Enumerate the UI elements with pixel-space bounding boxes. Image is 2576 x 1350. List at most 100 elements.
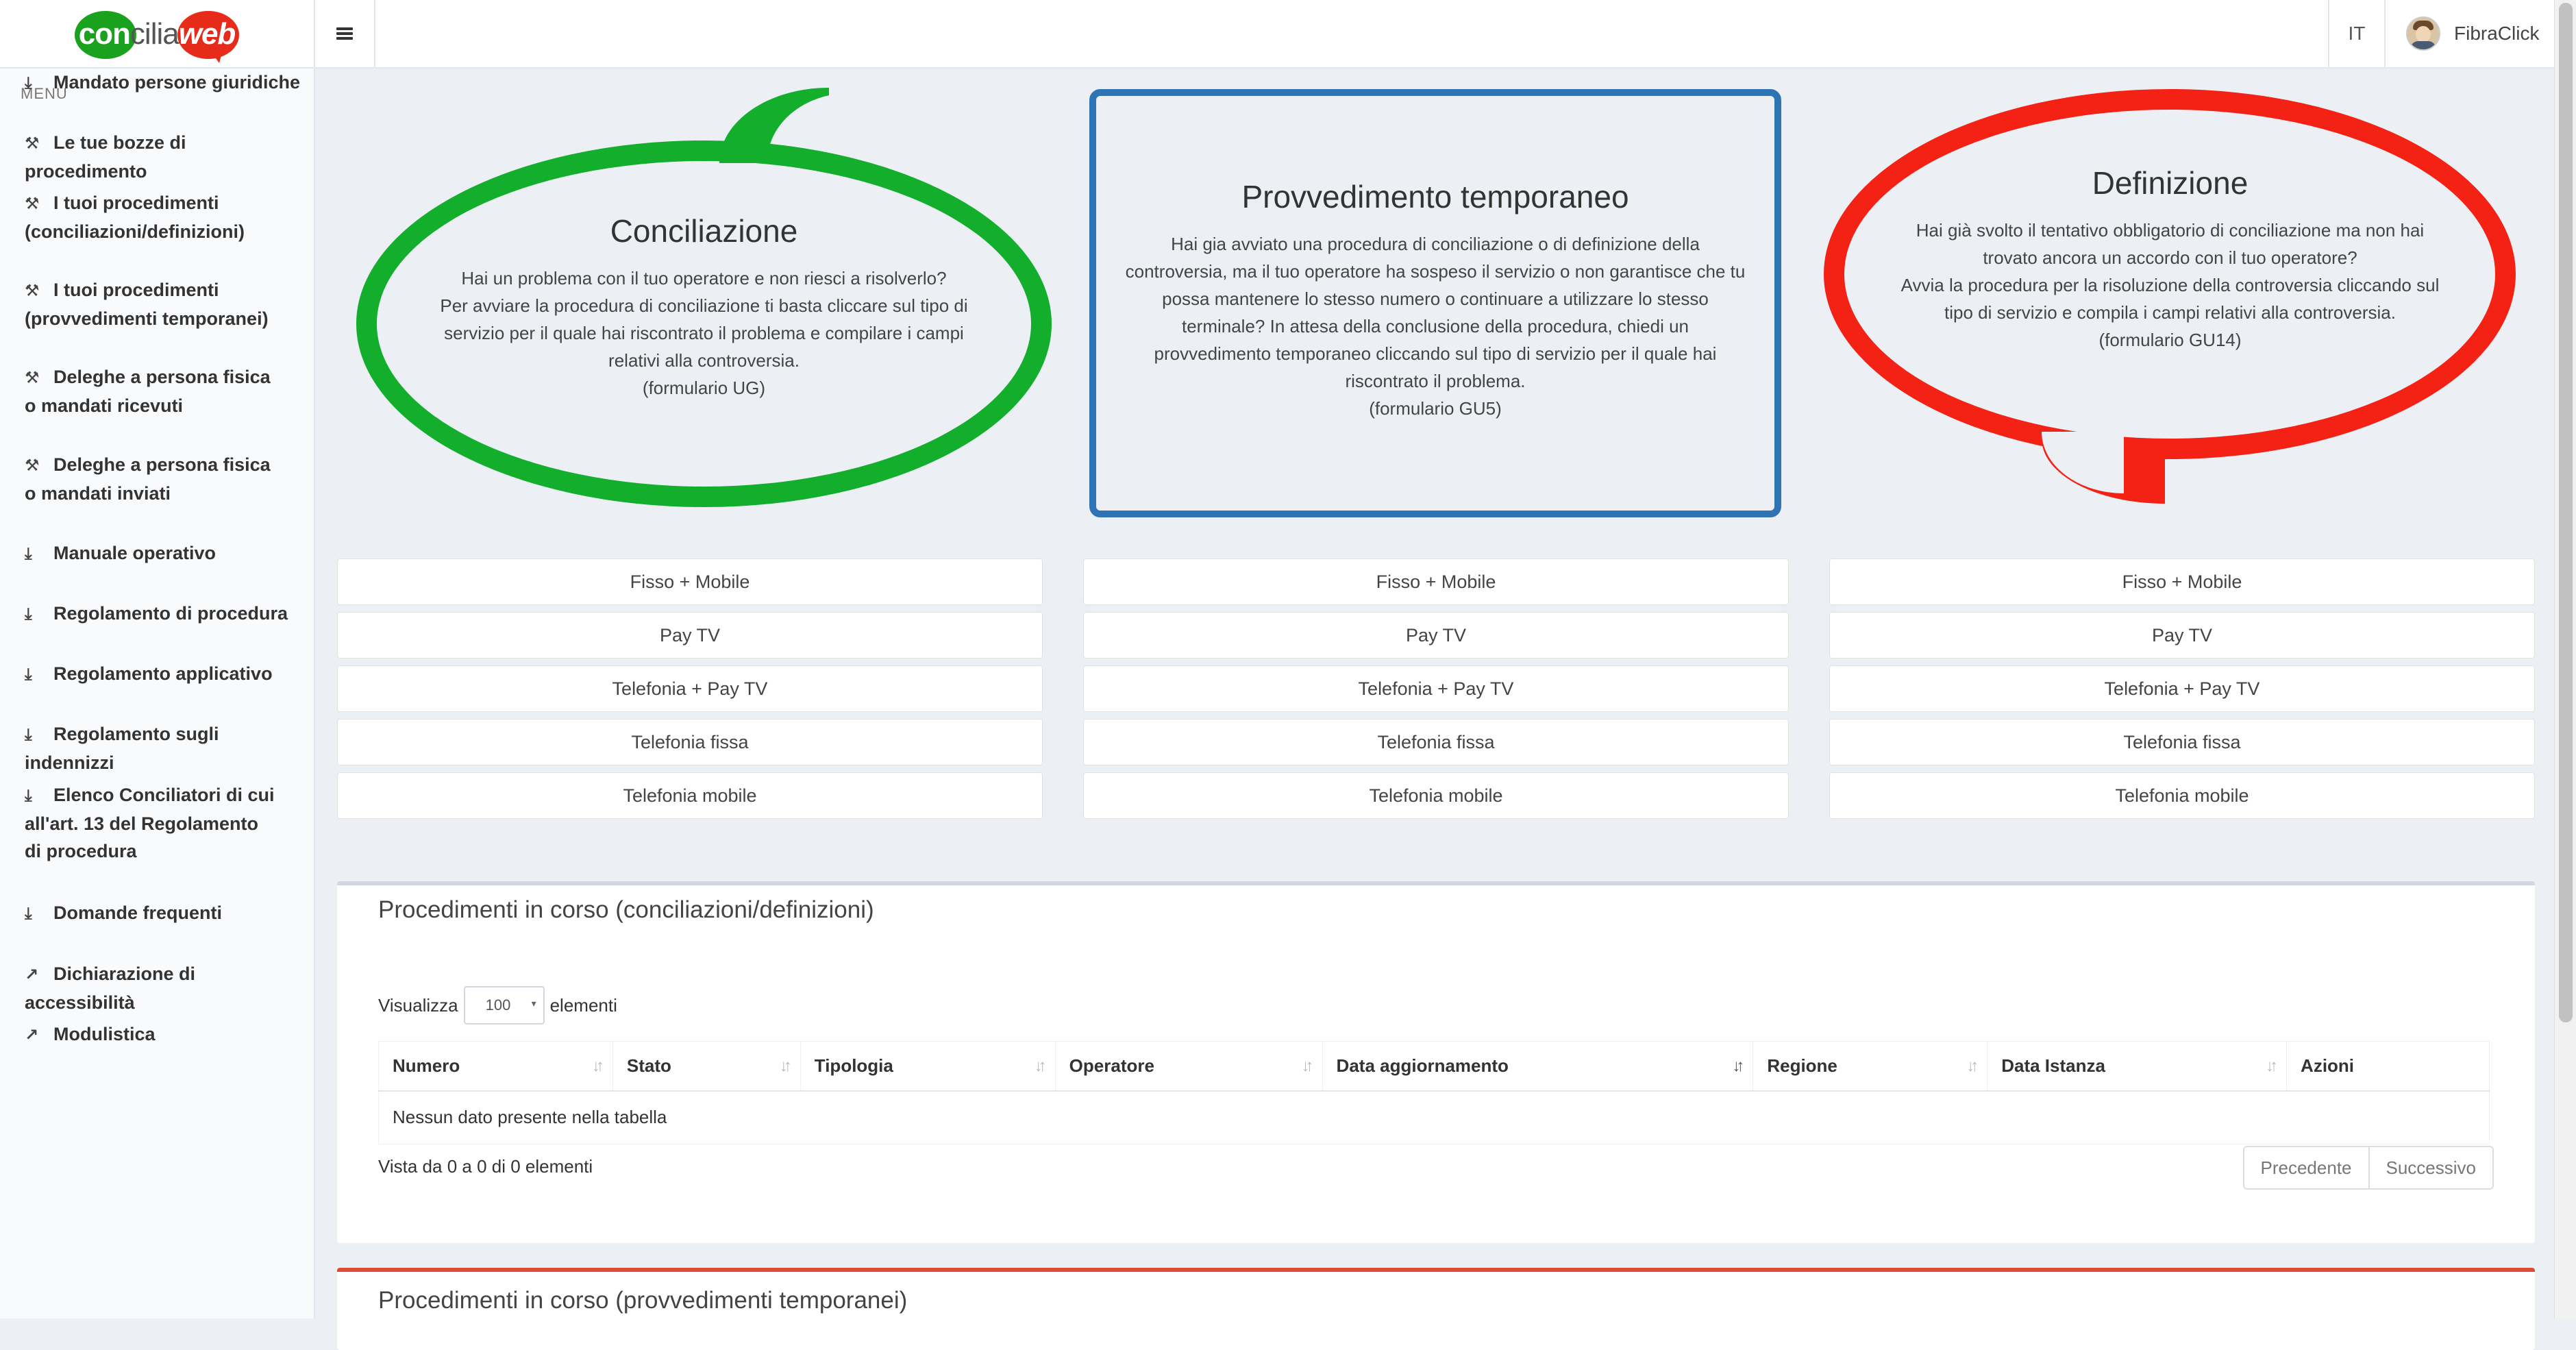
avatar — [2406, 16, 2440, 51]
download-icon: ⤓ — [25, 726, 32, 744]
definizione-service-button-3[interactable]: Telefonia fissa — [1829, 719, 2535, 765]
sidebar-item-8[interactable]: ⤓ Regolamento applicativo — [25, 660, 306, 689]
column-header-2[interactable]: Tipologia ↓↑ — [800, 1041, 1056, 1092]
provvedimento-services: Fisso + Mobile Pay TV Telefonia + Pay TV Te… — [1083, 559, 1789, 826]
chevron-down-icon: ▾ — [531, 998, 536, 1009]
sidebar-item-label: Deleghe a persona fisica o mandati invia… — [25, 454, 271, 504]
user-menu[interactable]: FibraClick — [2386, 0, 2554, 67]
sidebar-item-13[interactable]: ↗ Modulistica — [25, 1020, 306, 1049]
download-icon: ⤓ — [25, 787, 32, 805]
table-row: Nessun dato presente nella tabella — [378, 1090, 2490, 1144]
provvedimento-title: Provvedimento temporaneo — [1241, 179, 1629, 214]
definizione-description: Hai già svolto il tentativo obbligatorio… — [1900, 220, 2440, 350]
language-selector[interactable]: IT — [2328, 0, 2386, 67]
definizione-card: Definizione Hai già svolto il tentativo … — [1877, 164, 2463, 354]
sidebar-item-label: I tuoi procedimenti (provvedimenti tempo… — [25, 280, 269, 329]
sidebar-item-12[interactable]: ↗ Dichiarazione di accessibilità — [25, 960, 306, 1016]
column-header-5[interactable]: Regione ↓↑ — [1753, 1041, 1988, 1092]
sidebar-item-9[interactable]: ⤓ Regolamento sugli indennizzi — [25, 720, 306, 776]
sidebar-item-11[interactable]: ⤓ Domande frequenti — [25, 899, 306, 928]
download-icon: ⤓ — [25, 905, 32, 923]
table-length-control: Visualizza 100 ▾ elementi — [378, 986, 617, 1024]
gavel-icon: ⚒ — [25, 369, 40, 387]
conciliazione-service-button-3[interactable]: Telefonia fissa — [337, 719, 1043, 765]
table-info: Vista da 0 a 0 di 0 elementi — [378, 1156, 593, 1177]
procedimenti-table: Numero ↓↑ Stato ↓↑ Tipologia ↓↑ Operatore ↓↑ Dat… — [378, 1041, 2490, 1144]
definizione-service-button-0[interactable]: Fisso + Mobile — [1829, 559, 2535, 605]
gavel-icon: ⚒ — [25, 195, 40, 213]
pagination: Precedente Successivo — [2242, 1146, 2494, 1190]
column-header-4[interactable]: Data aggiornamento ↓↑ — [1322, 1041, 1754, 1092]
conciliazione-services: Fisso + Mobile Pay TV Telefonia + Pay TV Te… — [337, 559, 1043, 826]
sidebar-item-0[interactable]: ⤓ Mandato persone giuridiche — [25, 69, 306, 97]
download-icon: ⤓ — [25, 605, 32, 624]
conciliazione-service-button-1[interactable]: Pay TV — [337, 612, 1043, 659]
procedimenti-conciliazioni-panel: Procedimenti in corso (conciliazioni/def… — [337, 881, 2535, 1243]
logo-link[interactable]: con cilia web — [0, 0, 315, 69]
column-header-6[interactable]: Data Istanza ↓↑ — [1987, 1041, 2288, 1092]
sidebar-item-10[interactable]: ⤓ Elenco Conciliatori di cui all'art. 13 … — [25, 781, 306, 865]
sort-desc-icon: ↓↑ — [1732, 1057, 1744, 1075]
sidebar-toggle-button[interactable] — [315, 0, 375, 67]
provvedimento-service-button-1[interactable]: Pay TV — [1083, 612, 1789, 659]
provvedimento-service-button-2[interactable]: Telefonia + Pay TV — [1083, 665, 1789, 712]
definizione-service-button-4[interactable]: Telefonia mobile — [1829, 772, 2535, 819]
provvedimento-card: Provvedimento temporaneo Hai gia avviato… — [1117, 178, 1754, 422]
sidebar-item-label: Manuale operativo — [53, 543, 216, 563]
page-length-select[interactable]: 100 ▾ — [463, 986, 545, 1024]
sidebar-item-label: Regolamento sugli indennizzi — [25, 724, 219, 773]
provvedimento-service-button-4[interactable]: Telefonia mobile — [1083, 772, 1789, 819]
conciliaweb-logo: con cilia web — [75, 7, 239, 63]
sidebar-item-5[interactable]: ⚒ Deleghe a persona fisica o mandati invi… — [25, 451, 306, 507]
sidebar-item-label: Domande frequenti — [53, 903, 223, 923]
conciliazione-title: Conciliazione — [610, 213, 798, 249]
conciliazione-service-button-0[interactable]: Fisso + Mobile — [337, 559, 1043, 605]
top-navbar: con cilia web IT FibraClick — [0, 0, 2554, 69]
conciliazione-service-button-4[interactable]: Telefonia mobile — [337, 772, 1043, 819]
panel-title: Procedimenti in corso (conciliazioni/def… — [378, 896, 874, 923]
gavel-icon: ⚒ — [25, 282, 40, 300]
page-scrollbar[interactable] — [2554, 0, 2576, 1318]
empty-table-message: Nessun dato presente nella tabella — [378, 1090, 2490, 1144]
sidebar-item-2[interactable]: ⚒ I tuoi procedimenti (conciliazioni/defi… — [25, 189, 306, 245]
definizione-title: Definizione — [2092, 165, 2249, 201]
sidebar-item-label: Elenco Conciliatori di cui all'art. 13 d… — [25, 785, 275, 861]
definizione-service-button-1[interactable]: Pay TV — [1829, 612, 2535, 659]
sidebar-item-6[interactable]: ⤓ Manuale operativo — [25, 539, 306, 568]
scrollbar-thumb[interactable] — [2559, 3, 2573, 1022]
sidebar: MENU ⤓ Mandato persone giuridiche ⚒ Le tue … — [0, 69, 315, 1318]
conciliazione-card: Conciliazione Hai un problema con il tuo… — [411, 212, 997, 402]
provvedimento-service-button-3[interactable]: Telefonia fissa — [1083, 719, 1789, 765]
gavel-icon: ⚒ — [25, 456, 40, 475]
sidebar-item-7[interactable]: ⤓ Regolamento di procedura — [25, 600, 306, 628]
username: FibraClick — [2454, 23, 2540, 44]
sort-icon: ↓↑ — [2266, 1057, 2278, 1075]
sort-icon: ↓↑ — [1966, 1057, 1979, 1075]
download-icon: ⤓ — [25, 74, 32, 93]
next-page-button[interactable]: Successivo — [2368, 1147, 2492, 1188]
download-icon: ⤓ — [25, 545, 32, 563]
definizione-service-button-2[interactable]: Telefonia + Pay TV — [1829, 665, 2535, 712]
gavel-icon: ⚒ — [25, 134, 40, 153]
external-link-icon: ↗ — [25, 966, 39, 984]
conciliazione-description: Hai un problema con il tuo operatore e n… — [440, 268, 968, 398]
download-icon: ⤓ — [25, 665, 32, 684]
conciliazione-service-button-2[interactable]: Telefonia + Pay TV — [337, 665, 1043, 712]
column-header-0[interactable]: Numero ↓↑ — [378, 1041, 613, 1092]
column-header-7: Azioni — [2286, 1041, 2490, 1092]
column-header-1[interactable]: Stato ↓↑ — [612, 1041, 801, 1092]
sort-icon: ↓↑ — [1301, 1057, 1314, 1075]
sort-icon: ↓↑ — [779, 1057, 792, 1075]
hamburger-icon — [336, 27, 353, 40]
previous-page-button[interactable]: Precedente — [2244, 1147, 2368, 1188]
sidebar-item-label: I tuoi procedimenti (conciliazioni/defin… — [25, 193, 245, 242]
sort-icon: ↓↑ — [1034, 1057, 1047, 1075]
column-header-3[interactable]: Operatore ↓↑ — [1054, 1041, 1323, 1092]
sidebar-item-3[interactable]: ⚒ I tuoi procedimenti (provvedimenti temp… — [25, 276, 306, 332]
provvedimento-service-button-0[interactable]: Fisso + Mobile — [1083, 559, 1789, 605]
sidebar-item-label: Modulistica — [53, 1024, 156, 1044]
sidebar-item-4[interactable]: ⚒ Deleghe a persona fisica o mandati rice… — [25, 363, 306, 419]
procedimenti-provvedimenti-panel: Procedimenti in corso (provvedimenti tem… — [337, 1268, 2535, 1350]
sidebar-item-1[interactable]: ⚒ Le tue bozze di procedimento — [25, 129, 306, 185]
sidebar-item-label: Regolamento di procedura — [53, 603, 288, 624]
